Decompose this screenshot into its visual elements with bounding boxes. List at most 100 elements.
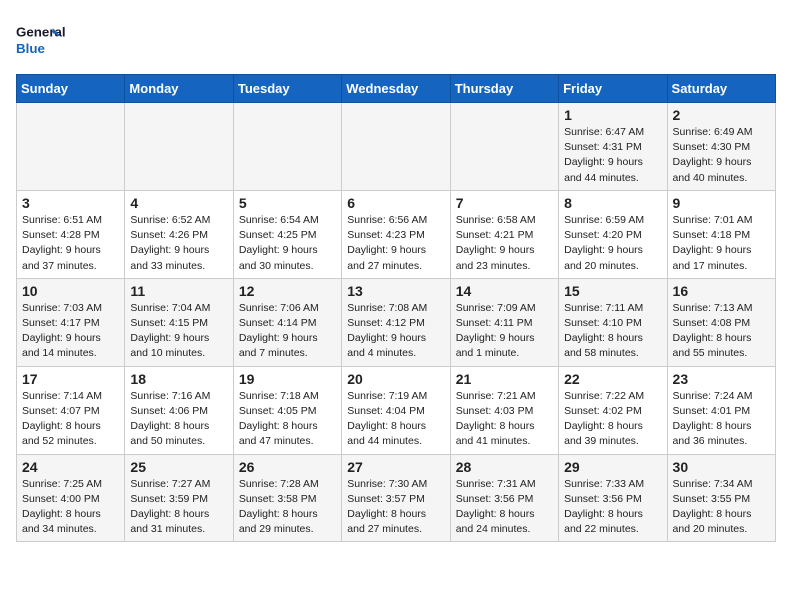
day-number: 21: [456, 371, 553, 387]
day-info: Sunrise: 7:19 AM Sunset: 4:04 PM Dayligh…: [347, 389, 444, 450]
day-number: 15: [564, 283, 661, 299]
day-info: Sunrise: 6:56 AM Sunset: 4:23 PM Dayligh…: [347, 213, 444, 274]
day-info: Sunrise: 7:24 AM Sunset: 4:01 PM Dayligh…: [673, 389, 770, 450]
day-cell: [342, 103, 450, 191]
day-info: Sunrise: 6:49 AM Sunset: 4:30 PM Dayligh…: [673, 125, 770, 186]
day-info: Sunrise: 7:13 AM Sunset: 4:08 PM Dayligh…: [673, 301, 770, 362]
day-number: 8: [564, 195, 661, 211]
svg-text:General: General: [16, 24, 66, 39]
day-cell: 17 Sunrise: 7:14 AM Sunset: 4:07 PM Dayli…: [17, 366, 125, 454]
day-info: Sunrise: 7:14 AM Sunset: 4:07 PM Dayligh…: [22, 389, 119, 450]
day-number: 6: [347, 195, 444, 211]
day-cell: 1Sunrise: 6:47 AM Sunset: 4:31 PM Daylig…: [559, 103, 667, 191]
header-cell-monday: Monday: [125, 75, 233, 103]
day-number: 4: [130, 195, 227, 211]
day-cell: [233, 103, 341, 191]
day-info: Sunrise: 7:03 AM Sunset: 4:17 PM Dayligh…: [22, 301, 119, 362]
week-row-3: 10 Sunrise: 7:03 AM Sunset: 4:17 PM Dayli…: [17, 278, 776, 366]
day-number: 27: [347, 459, 444, 475]
day-number: 24: [22, 459, 119, 475]
logo-svg: General Blue: [16, 16, 66, 66]
header-cell-saturday: Saturday: [667, 75, 775, 103]
day-info: Sunrise: 7:16 AM Sunset: 4:06 PM Dayligh…: [130, 389, 227, 450]
day-cell: 20 Sunrise: 7:19 AM Sunset: 4:04 PM Dayli…: [342, 366, 450, 454]
day-number: 5: [239, 195, 336, 211]
day-number: 3: [22, 195, 119, 211]
day-cell: 11 Sunrise: 7:04 AM Sunset: 4:15 PM Dayli…: [125, 278, 233, 366]
day-info: Sunrise: 7:30 AM Sunset: 3:57 PM Dayligh…: [347, 477, 444, 538]
day-info: Sunrise: 7:27 AM Sunset: 3:59 PM Dayligh…: [130, 477, 227, 538]
day-info: Sunrise: 6:47 AM Sunset: 4:31 PM Dayligh…: [564, 125, 661, 186]
day-number: 14: [456, 283, 553, 299]
day-number: 29: [564, 459, 661, 475]
day-cell: 4Sunrise: 6:52 AM Sunset: 4:26 PM Daylig…: [125, 190, 233, 278]
day-info: Sunrise: 7:11 AM Sunset: 4:10 PM Dayligh…: [564, 301, 661, 362]
day-number: 25: [130, 459, 227, 475]
day-info: Sunrise: 6:59 AM Sunset: 4:20 PM Dayligh…: [564, 213, 661, 274]
day-cell: 10 Sunrise: 7:03 AM Sunset: 4:17 PM Dayli…: [17, 278, 125, 366]
day-cell: 24Sunrise: 7:25 AM Sunset: 4:00 PM Dayli…: [17, 454, 125, 542]
day-cell: 3Sunrise: 6:51 AM Sunset: 4:28 PM Daylig…: [17, 190, 125, 278]
day-cell: 5Sunrise: 6:54 AM Sunset: 4:25 PM Daylig…: [233, 190, 341, 278]
day-cell: 19 Sunrise: 7:18 AM Sunset: 4:05 PM Dayli…: [233, 366, 341, 454]
day-cell: 12Sunrise: 7:06 AM Sunset: 4:14 PM Dayli…: [233, 278, 341, 366]
day-info: Sunrise: 7:08 AM Sunset: 4:12 PM Dayligh…: [347, 301, 444, 362]
day-cell: 2Sunrise: 6:49 AM Sunset: 4:30 PM Daylig…: [667, 103, 775, 191]
day-cell: 14 Sunrise: 7:09 AM Sunset: 4:11 PM Dayli…: [450, 278, 558, 366]
day-cell: 26 Sunrise: 7:28 AM Sunset: 3:58 PM Dayli…: [233, 454, 341, 542]
day-number: 11: [130, 283, 227, 299]
day-cell: 18 Sunrise: 7:16 AM Sunset: 4:06 PM Dayli…: [125, 366, 233, 454]
day-cell: 15 Sunrise: 7:11 AM Sunset: 4:10 PM Dayli…: [559, 278, 667, 366]
day-cell: [17, 103, 125, 191]
svg-text:Blue: Blue: [16, 41, 45, 56]
week-row-1: 1Sunrise: 6:47 AM Sunset: 4:31 PM Daylig…: [17, 103, 776, 191]
day-cell: 25 Sunrise: 7:27 AM Sunset: 3:59 PM Dayli…: [125, 454, 233, 542]
day-info: Sunrise: 7:22 AM Sunset: 4:02 PM Dayligh…: [564, 389, 661, 450]
day-cell: 21 Sunrise: 7:21 AM Sunset: 4:03 PM Dayli…: [450, 366, 558, 454]
day-cell: 23 Sunrise: 7:24 AM Sunset: 4:01 PM Dayli…: [667, 366, 775, 454]
day-number: 18: [130, 371, 227, 387]
day-info: Sunrise: 7:28 AM Sunset: 3:58 PM Dayligh…: [239, 477, 336, 538]
day-info: Sunrise: 7:01 AM Sunset: 4:18 PM Dayligh…: [673, 213, 770, 274]
day-info: Sunrise: 7:33 AM Sunset: 3:56 PM Dayligh…: [564, 477, 661, 538]
day-cell: 8 Sunrise: 6:59 AM Sunset: 4:20 PM Daylig…: [559, 190, 667, 278]
day-number: 10: [22, 283, 119, 299]
day-cell: 16 Sunrise: 7:13 AM Sunset: 4:08 PM Dayli…: [667, 278, 775, 366]
day-number: 30: [673, 459, 770, 475]
day-cell: 28 Sunrise: 7:31 AM Sunset: 3:56 PM Dayli…: [450, 454, 558, 542]
day-number: 17: [22, 371, 119, 387]
day-number: 20: [347, 371, 444, 387]
day-number: 26: [239, 459, 336, 475]
day-info: Sunrise: 7:18 AM Sunset: 4:05 PM Dayligh…: [239, 389, 336, 450]
week-row-4: 17 Sunrise: 7:14 AM Sunset: 4:07 PM Dayli…: [17, 366, 776, 454]
header-cell-tuesday: Tuesday: [233, 75, 341, 103]
day-info: Sunrise: 7:31 AM Sunset: 3:56 PM Dayligh…: [456, 477, 553, 538]
day-number: 28: [456, 459, 553, 475]
day-info: Sunrise: 7:04 AM Sunset: 4:15 PM Dayligh…: [130, 301, 227, 362]
day-number: 7: [456, 195, 553, 211]
day-number: 12: [239, 283, 336, 299]
calendar-body: 1Sunrise: 6:47 AM Sunset: 4:31 PM Daylig…: [17, 103, 776, 542]
day-cell: [450, 103, 558, 191]
header-cell-thursday: Thursday: [450, 75, 558, 103]
day-info: Sunrise: 7:09 AM Sunset: 4:11 PM Dayligh…: [456, 301, 553, 362]
day-cell: 13Sunrise: 7:08 AM Sunset: 4:12 PM Dayli…: [342, 278, 450, 366]
header-row: SundayMondayTuesdayWednesdayThursdayFrid…: [17, 75, 776, 103]
logo: General Blue: [16, 16, 66, 66]
day-number: 9: [673, 195, 770, 211]
day-cell: 9 Sunrise: 7:01 AM Sunset: 4:18 PM Daylig…: [667, 190, 775, 278]
day-cell: 30Sunrise: 7:34 AM Sunset: 3:55 PM Dayli…: [667, 454, 775, 542]
day-number: 16: [673, 283, 770, 299]
day-cell: 7Sunrise: 6:58 AM Sunset: 4:21 PM Daylig…: [450, 190, 558, 278]
header: General Blue: [16, 16, 776, 66]
day-info: Sunrise: 7:21 AM Sunset: 4:03 PM Dayligh…: [456, 389, 553, 450]
header-cell-sunday: Sunday: [17, 75, 125, 103]
day-number: 23: [673, 371, 770, 387]
day-cell: 6 Sunrise: 6:56 AM Sunset: 4:23 PM Daylig…: [342, 190, 450, 278]
week-row-5: 24Sunrise: 7:25 AM Sunset: 4:00 PM Dayli…: [17, 454, 776, 542]
week-row-2: 3Sunrise: 6:51 AM Sunset: 4:28 PM Daylig…: [17, 190, 776, 278]
header-cell-friday: Friday: [559, 75, 667, 103]
day-cell: 29 Sunrise: 7:33 AM Sunset: 3:56 PM Dayli…: [559, 454, 667, 542]
day-cell: [125, 103, 233, 191]
day-number: 19: [239, 371, 336, 387]
